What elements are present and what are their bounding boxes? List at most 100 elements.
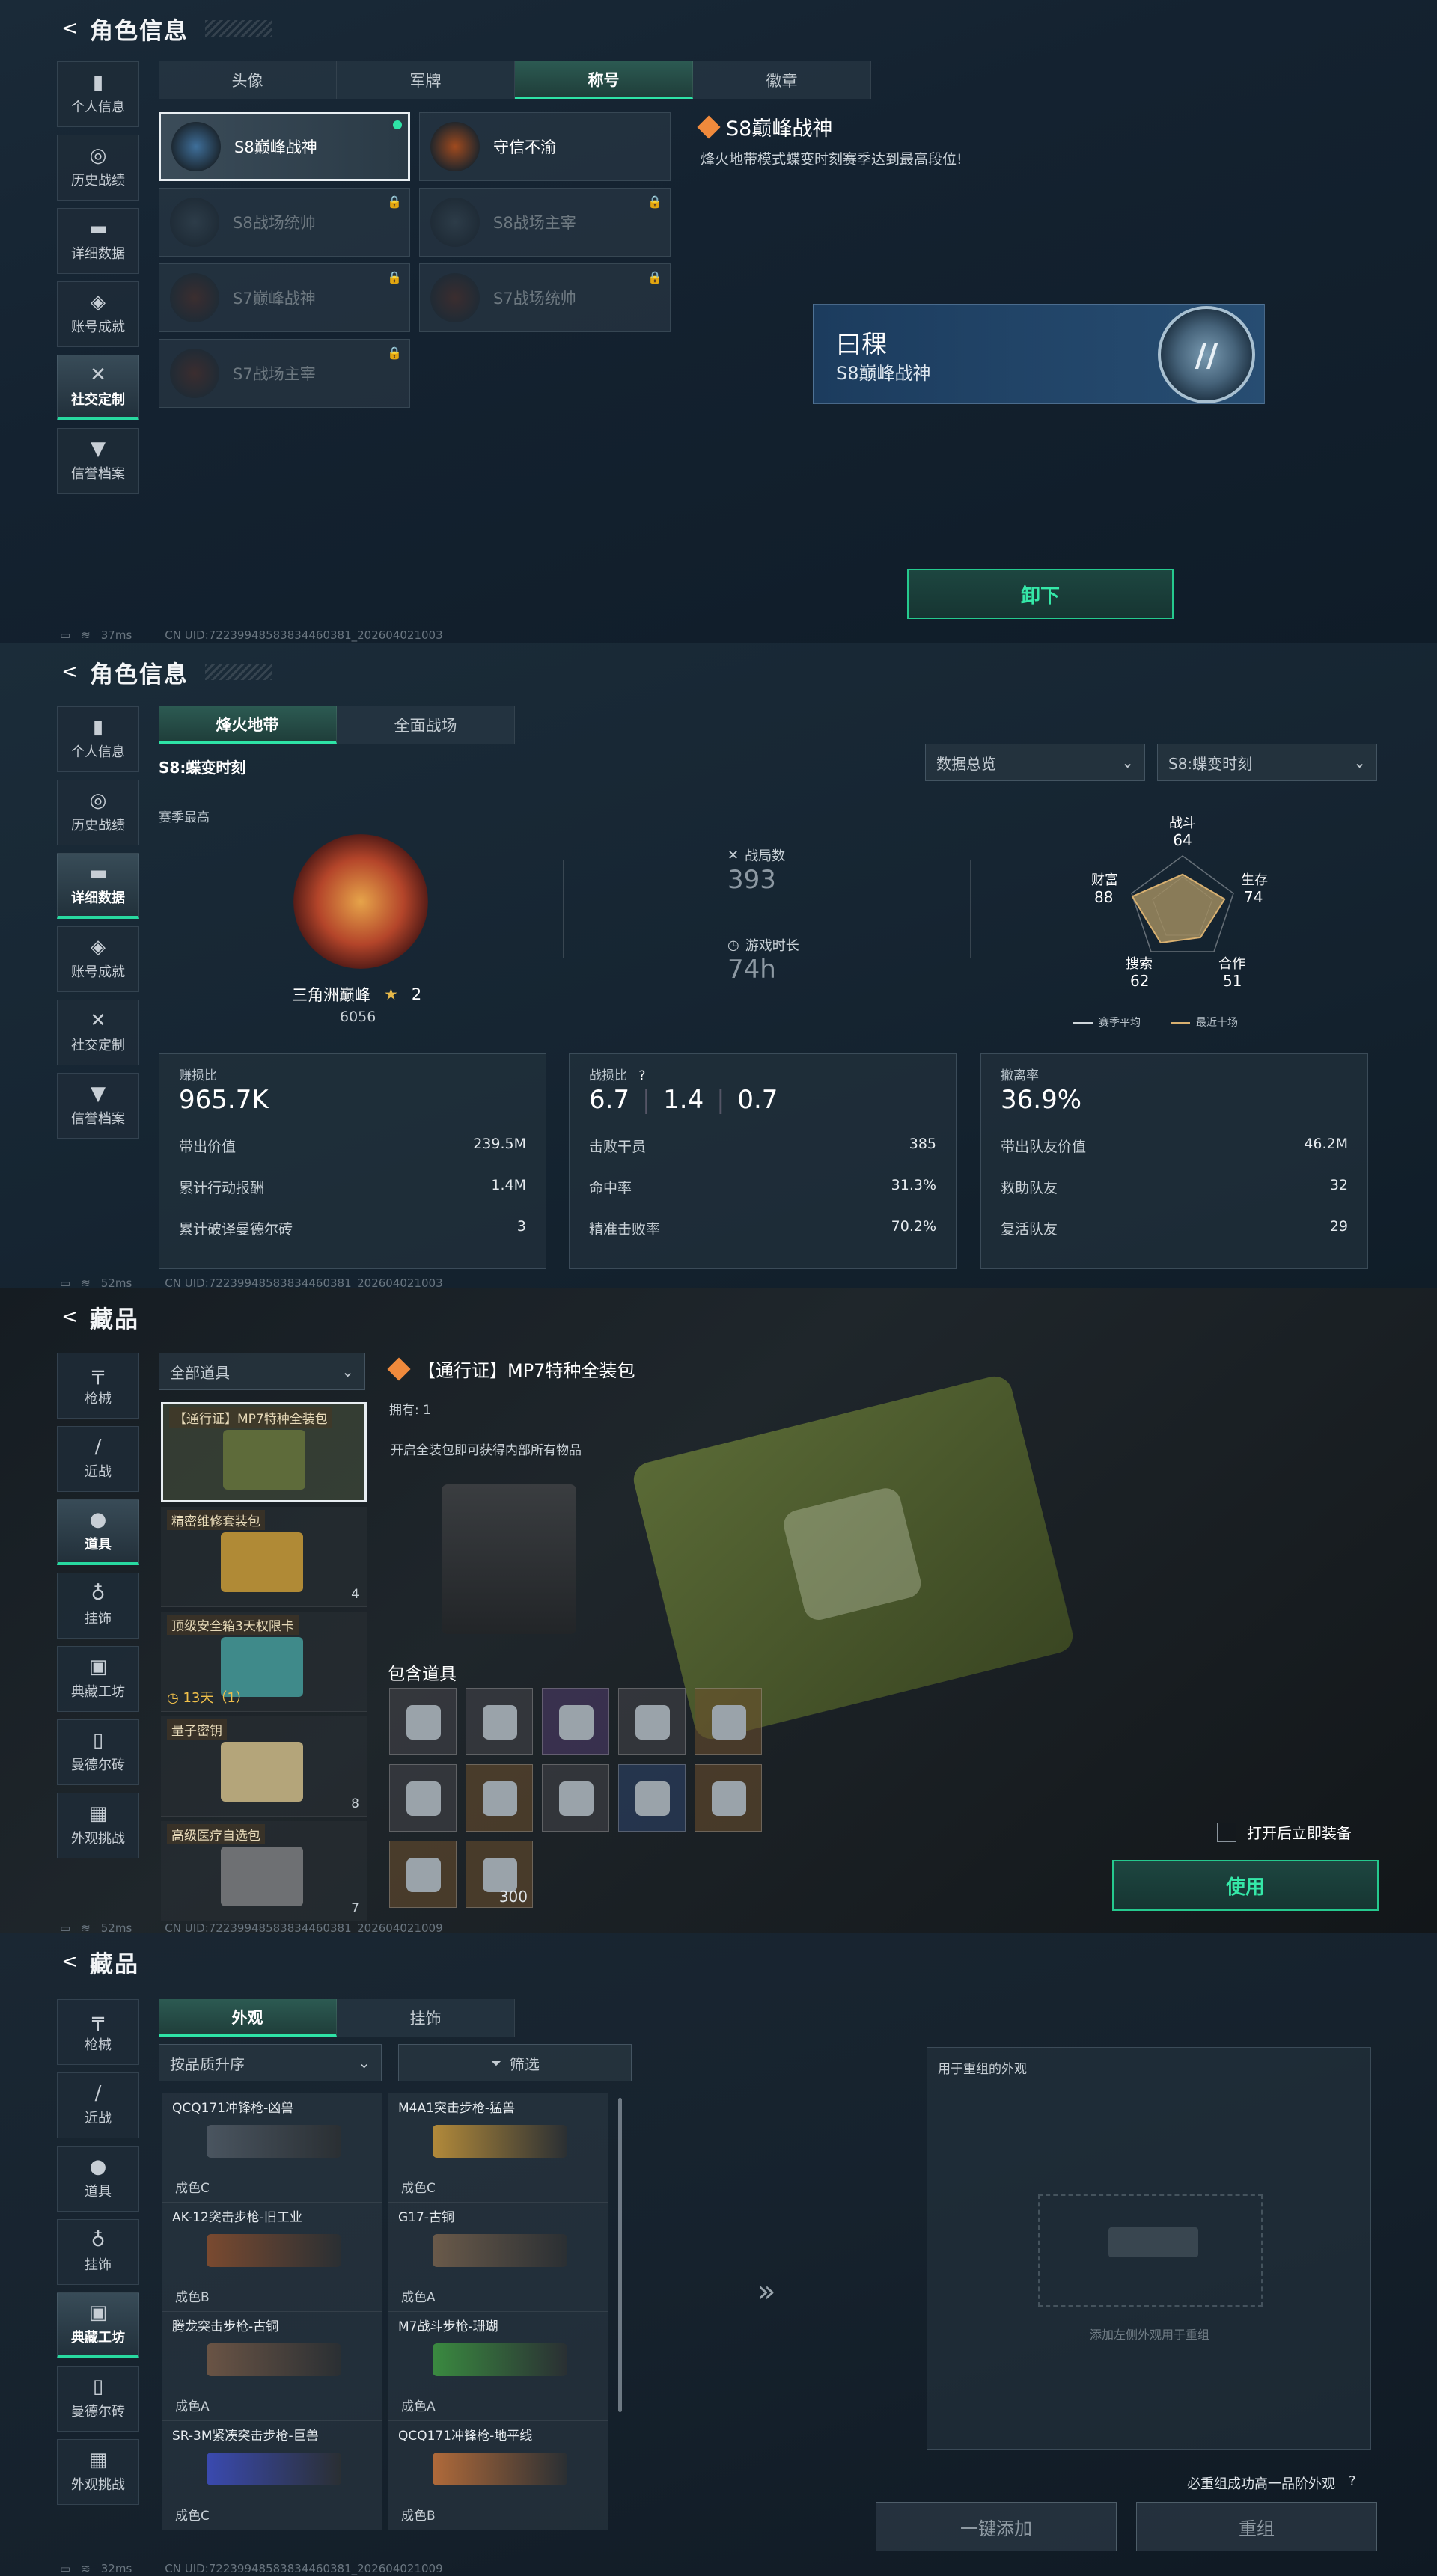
item-card[interactable]: 【通行证】MP7特种全装包 [161,1402,367,1502]
wifi-icon: ≋ [81,2562,91,2575]
back-button[interactable]: < [60,17,79,40]
sidebar-item-shield[interactable]: ▼ 信誉档案 [57,428,139,494]
panel-title: 用于重组的外观 [938,2062,1027,2077]
auto-equip-checkbox[interactable] [1217,1822,1236,1842]
tab-0[interactable]: 头像 [159,61,337,99]
contained-item-slot[interactable] [389,1688,457,1755]
sidebar-item-knife[interactable]: / 近战 [57,2072,139,2138]
help-icon[interactable]: ? [1349,2473,1356,2493]
sidebar-item-challenge[interactable]: ▦ 外观挑战 [57,1793,139,1858]
tab-3[interactable]: 徽章 [693,61,871,99]
item-card[interactable]: 顶级安全箱3天权限卡 ◷ 13天（1） [161,1612,367,1712]
sidebar-item-brick[interactable]: ▯ 曼德尔砖 [57,1719,139,1785]
title-card[interactable]: S7巅峰战神 🔒 [159,263,410,332]
tab-1[interactable]: 军牌 [337,61,515,99]
contained-item-slot[interactable] [695,1688,762,1755]
stat-row-value: 239.5M [473,1136,526,1152]
item-card[interactable]: 量子密钥 8 [161,1716,367,1817]
sidebar-item-gun[interactable]: ╤ 枪械 [57,1353,139,1419]
sidebar-item-tools[interactable]: ✕ 社交定制 [57,355,139,420]
weapon-skin-card[interactable]: AK-12突击步枪-旧工业 成色B [162,2203,382,2312]
one-click-add-button[interactable]: 一键添加 [876,2502,1117,2551]
recombine-panel: 用于重组的外观 添加左侧外观用于重组 [927,2047,1371,2450]
tab-1[interactable]: 挂饰 [337,1999,515,2037]
contained-item-slot[interactable]: 300 [466,1841,533,1908]
weapon-skin-card[interactable]: M4A1突击步枪-猛兽 成色C [388,2093,608,2203]
contained-item-slot[interactable] [542,1764,609,1832]
sidebar-item-label: 社交定制 [71,1038,125,1053]
title-card[interactable]: S8战场统帅 🔒 [159,188,410,257]
title-card[interactable]: S7战场主宰 🔒 [159,339,410,408]
data-scope-dropdown[interactable]: 数据总览 ⌄ [925,744,1145,781]
back-button[interactable]: < [60,661,79,683]
recombine-slot[interactable] [1038,2194,1263,2307]
legend-avg: 赛季平均 [1073,1015,1141,1030]
title-card[interactable]: S7战场统帅 🔒 [419,263,671,332]
sidebar-item-workshop[interactable]: ▣ 典藏工坊 [57,2292,139,2358]
sort-dropdown[interactable]: 按品质升序 ⌄ [159,2044,382,2081]
page-title: 藏品 [90,1306,139,1333]
weapon-skin-card[interactable]: M7战斗步枪-珊瑚 成色A [388,2312,608,2421]
contained-item-slot[interactable] [466,1688,533,1755]
weapon-skin-card[interactable]: SR-3M紧凑突击步枪-巨兽 成色C [162,2421,382,2530]
item-card[interactable]: 精密维修套装包 4 [161,1507,367,1607]
page-title: 角色信息 [90,661,189,688]
list-scrollbar[interactable] [618,2098,622,2412]
recombine-button[interactable]: 重组 [1136,2502,1377,2551]
sidebar-item-charm[interactable]: ♁ 挂饰 [57,2219,139,2285]
weapon-skin-card[interactable]: 腾龙突击步枪-古铜 成色A [162,2312,382,2421]
contained-item-slot[interactable] [618,1688,686,1755]
sidebar-item-items[interactable]: ● 道具 [57,2146,139,2212]
weapon-skin-card[interactable]: G17-古铜 成色A [388,2203,608,2312]
sidebar-item-achievement[interactable]: ◈ 账号成就 [57,281,139,347]
star-icon: ★ [384,985,398,1003]
unequip-button[interactable]: 卸下 [907,569,1174,619]
sidebar-item-bar-chart[interactable]: ▮ 个人信息 [57,61,139,127]
contained-item-slot[interactable] [695,1764,762,1832]
back-button[interactable]: < [60,1951,79,1973]
item-card[interactable]: 高级医疗自选包 7 [161,1821,367,1921]
sidebar-item-gun[interactable]: ╤ 枪械 [57,1999,139,2065]
use-button[interactable]: 使用 [1112,1860,1379,1911]
contains-label: 包含道具 [388,1665,457,1684]
item-name: 顶级安全箱3天权限卡 [167,1615,299,1635]
weapon-skin-card[interactable]: QCQ171冲锋枪-地平线 成色B [388,2421,608,2530]
weapon-skin-card[interactable]: QCQ171冲锋枪-凶兽 成色C [162,2093,382,2203]
contained-item-slot[interactable] [542,1688,609,1755]
back-button[interactable]: < [60,1306,79,1328]
sidebar-item-shield[interactable]: ▼ 信誉档案 [57,1073,139,1139]
title-card[interactable]: S8战场主宰 🔒 [419,188,671,257]
sidebar-item-achievement[interactable]: ◈ 账号成就 [57,926,139,992]
weapon-quality: 成色B [175,2290,210,2305]
tab-1[interactable]: 全面战场 [337,706,515,744]
sidebar-item-workshop[interactable]: ▣ 典藏工坊 [57,1646,139,1712]
sidebar-item-history[interactable]: ◎ 历史战绩 [57,135,139,201]
tab-0[interactable]: 外观 [159,1999,337,2037]
filter-button[interactable]: ⏷ 筛选 [398,2044,632,2081]
stat-box-profit: 赚损比 965.7K 带出价值 239.5M 累计行动报酬 1.4M 累计破译曼德尔砖 3 [159,1053,546,1269]
bar-chart-icon: ▮ [92,716,104,738]
sidebar-item-brick[interactable]: ▯ 曼德尔砖 [57,2366,139,2432]
sidebar-item-items[interactable]: ● 道具 [57,1499,139,1565]
sidebar-item-bar-chart[interactable]: ▮ 个人信息 [57,706,139,772]
challenge-icon: ▦ [88,1802,108,1825]
title-card[interactable]: 守信不渝 [419,112,671,181]
tab-2[interactable]: 称号 [515,61,693,99]
item-filter-dropdown[interactable]: 全部道具 ⌄ [159,1353,365,1390]
help-icon[interactable]: ? [638,1068,645,1083]
sidebar-item-knife[interactable]: / 近战 [57,1426,139,1492]
sidebar-item-folder[interactable]: ▬ 详细数据 [57,853,139,919]
season-dropdown[interactable]: S8:蝶变时刻 ⌄ [1157,744,1377,781]
title-card[interactable]: S8巅峰战神 [159,112,410,181]
sidebar-item-tools[interactable]: ✕ 社交定制 [57,1000,139,1065]
sidebar-item-history[interactable]: ◎ 历史战绩 [57,780,139,845]
sidebar-item-challenge[interactable]: ▦ 外观挑战 [57,2439,139,2505]
contained-item-slot[interactable] [389,1764,457,1832]
tab-0[interactable]: 烽火地带 [159,706,337,744]
sidebar-item-folder[interactable]: ▬ 详细数据 [57,208,139,274]
sidebar-item-charm[interactable]: ♁ 挂饰 [57,1573,139,1639]
sidebar-item-label: 个人信息 [71,744,125,760]
contained-item-slot[interactable] [618,1764,686,1832]
contained-item-slot[interactable] [466,1764,533,1832]
contained-item-slot[interactable] [389,1841,457,1908]
